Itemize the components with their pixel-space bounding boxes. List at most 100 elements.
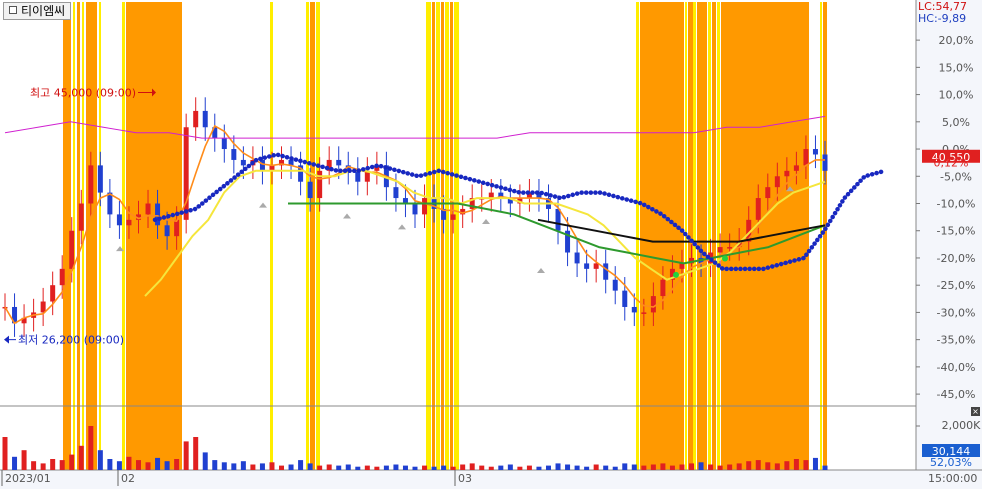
volume-bar (498, 465, 504, 470)
volume-bar (212, 460, 218, 470)
volume-bar (31, 461, 37, 470)
highlight-band (441, 2, 444, 470)
volume-bar (784, 461, 790, 470)
candle-body (231, 149, 237, 160)
volume-bar (221, 462, 227, 470)
candle-body (145, 203, 151, 215)
volume-bar (727, 464, 733, 470)
volume-bar (78, 445, 84, 470)
volume-pct-badge: 52,03% (930, 456, 972, 469)
y-tick-label: -5,0% (940, 170, 972, 183)
volume-bar (355, 466, 361, 470)
volume-bar (441, 465, 447, 470)
candle-body (88, 165, 94, 204)
y-tick-label: 20,0% (939, 34, 974, 47)
signal-dot-icon (673, 271, 679, 278)
highlight-band (122, 2, 125, 470)
volume-bar (336, 465, 342, 470)
candle-body (650, 296, 656, 313)
candle-body (641, 312, 647, 314)
volume-bar (536, 466, 542, 470)
candle-body (555, 208, 561, 231)
volume-bar (135, 460, 141, 470)
y-tick-label: -45,0% (937, 388, 976, 401)
candle-body (155, 203, 161, 226)
candle-body (803, 149, 809, 166)
volume-bar (717, 465, 723, 470)
volume-bar (193, 437, 199, 470)
candle-body (59, 268, 65, 286)
time-label: 15:00:00 (928, 472, 977, 485)
volume-bar (174, 459, 180, 470)
candle-body (793, 165, 799, 171)
volume-bar (460, 464, 466, 470)
candle-body (755, 198, 761, 220)
volume-bar (107, 459, 113, 470)
highlight-band (82, 2, 84, 470)
volume-bar (708, 464, 714, 470)
stock-chart[interactable]: 20,0% 15,0% 10,0% 5,0% 0,0% -5,0% -10,0% -15,0%… (0, 0, 982, 489)
candle-body (259, 159, 265, 171)
volume-bar (755, 460, 761, 470)
candle-body (164, 225, 170, 237)
volume-bar (21, 450, 27, 470)
volume-bar (279, 465, 285, 470)
volume-bar (679, 464, 685, 470)
volume-bar (603, 465, 609, 470)
candle-body (193, 110, 199, 128)
volume-bar (488, 466, 494, 470)
volume-axis-label: 2,000K (942, 419, 981, 432)
y-tick-label: -35,0% (937, 334, 976, 347)
lc-hc-readout: LC:54,77 HC:-9,89 (918, 1, 967, 25)
volume-bar (469, 463, 475, 470)
volume-bar (69, 454, 75, 470)
candle-body (422, 198, 428, 215)
x-tick-label: 2023/01 (5, 472, 51, 485)
change-badge: 0,12% (934, 157, 969, 170)
volume-bar (145, 462, 151, 470)
candle-body (584, 263, 590, 269)
volume-bar (565, 464, 571, 470)
y-tick-label: 15,0% (939, 61, 974, 74)
candle-body (78, 203, 84, 231)
highlight-band (697, 2, 707, 470)
volume-bar (345, 464, 351, 470)
volume-bar (231, 463, 237, 470)
volume-bar (803, 460, 809, 470)
hc-value: HC:-9,89 (918, 12, 967, 25)
highlight-band (310, 2, 315, 470)
highlight-band (432, 2, 435, 470)
candle-body (393, 187, 399, 199)
highlight-band (693, 2, 696, 470)
y-tick-label: -30,0% (937, 306, 976, 319)
y-tick-label: -25,0% (937, 279, 976, 292)
low-annotation: 최저 26,200 (09:00) (18, 334, 124, 347)
close-icon[interactable]: × (971, 407, 980, 416)
candle-body (336, 159, 342, 166)
volume-bar (183, 441, 189, 470)
volume-bar (479, 465, 485, 470)
chart-svg[interactable]: 20,0%15,0%10,0%5,0%0,0%-5,0%-10,0%-15,0%… (0, 0, 982, 489)
volume-bar (298, 460, 304, 470)
candle-body (50, 285, 56, 302)
volume-bar (50, 459, 56, 470)
volume-bar (88, 426, 94, 470)
ticker-title[interactable]: 티이엠씨 (3, 2, 72, 20)
x-tick-label: 03 (458, 472, 472, 485)
volume-bar (269, 462, 275, 470)
candle-body (774, 176, 780, 188)
ticker-name: 티이엠씨 (21, 4, 66, 18)
y-tick-label: -10,0% (937, 198, 976, 211)
volume-bar (307, 463, 313, 470)
volume-bar (669, 465, 675, 470)
volume-bar (164, 461, 170, 470)
volume-bar (765, 462, 771, 470)
candle-body (612, 279, 618, 291)
ticker-checkbox-icon[interactable] (9, 6, 17, 14)
volume-bar (812, 457, 818, 470)
candle-body (727, 247, 733, 249)
highlight-band (450, 2, 453, 470)
candle-body (784, 170, 790, 177)
highlight-band (436, 2, 440, 470)
volume-bar (736, 463, 742, 470)
